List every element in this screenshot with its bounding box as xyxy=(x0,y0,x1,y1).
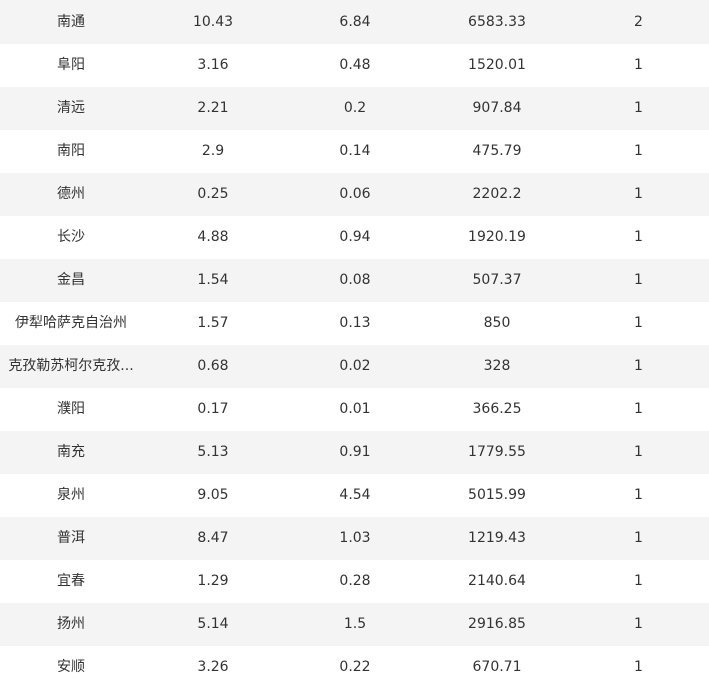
value-cell-3: 5015.99 xyxy=(468,487,526,503)
count-cell: 1 xyxy=(634,401,643,417)
city-cell: 濮阳 xyxy=(57,401,85,417)
value-cell-1: 10.43 xyxy=(192,13,234,30)
value-cell-2: 1.5 xyxy=(343,616,367,632)
count-cell: 1 xyxy=(634,100,643,116)
table-row: 濮阳 0.17 0.01 366.25 1 xyxy=(0,388,709,431)
city-cell: 德州 xyxy=(57,186,85,202)
value-cell-2: 0.06 xyxy=(339,186,371,202)
city-cell: 普洱 xyxy=(57,530,85,546)
value-cell-3: 1920.19 xyxy=(468,229,526,245)
value-cell-3: 2140.64 xyxy=(468,573,526,589)
count-cell: 1 xyxy=(634,186,643,202)
value-cell-2: 4.54 xyxy=(339,487,371,503)
table-row: 扬州 5.14 1.5 2916.85 1 xyxy=(0,603,709,646)
count-cell: 2 xyxy=(634,13,643,30)
value-cell-1: 2.21 xyxy=(197,100,229,116)
table-row: 南阳 2.9 0.14 475.79 1 xyxy=(0,130,709,173)
value-cell-2: 0.14 xyxy=(339,143,371,159)
count-cell: 1 xyxy=(634,616,643,632)
value-cell-3: 1219.43 xyxy=(468,530,526,546)
table-row: 南通 10.43 6.84 6583.33 2 xyxy=(0,0,709,44)
value-cell-1: 5.14 xyxy=(197,616,229,632)
table-row: 南充 5.13 0.91 1779.55 1 xyxy=(0,431,709,474)
city-cell: 南通 xyxy=(57,13,85,30)
value-cell-3: 507.37 xyxy=(472,272,522,288)
city-cell: 长沙 xyxy=(57,229,85,245)
data-table: 南通 10.43 6.84 6583.33 2 阜阳 3.16 0.48 152… xyxy=(0,0,709,689)
count-cell: 1 xyxy=(634,530,643,546)
value-cell-3: 1779.55 xyxy=(468,444,526,460)
value-cell-2: 6.84 xyxy=(339,13,371,30)
value-cell-2: 0.01 xyxy=(339,401,371,417)
value-cell-2: 0.08 xyxy=(339,272,371,288)
value-cell-2: 0.28 xyxy=(339,573,371,589)
value-cell-1: 3.16 xyxy=(197,57,229,73)
value-cell-3: 366.25 xyxy=(472,401,522,417)
count-cell: 1 xyxy=(634,143,643,159)
table-row: 长沙 4.88 0.94 1920.19 1 xyxy=(0,216,709,259)
count-cell: 1 xyxy=(634,659,643,675)
value-cell-2: 0.2 xyxy=(343,100,367,116)
value-cell-2: 0.91 xyxy=(339,444,371,460)
value-cell-1: 9.05 xyxy=(197,487,229,503)
value-cell-1: 1.57 xyxy=(197,315,229,331)
value-cell-1: 0.68 xyxy=(197,358,229,374)
count-cell: 1 xyxy=(634,573,643,589)
count-cell: 1 xyxy=(634,444,643,460)
value-cell-2: 0.13 xyxy=(339,315,371,331)
value-cell-1: 1.54 xyxy=(197,272,229,288)
table-row: 金昌 1.54 0.08 507.37 1 xyxy=(0,259,709,302)
count-cell: 1 xyxy=(634,358,643,374)
city-cell: 扬州 xyxy=(57,616,85,632)
table-row: 克孜勒苏柯尔克孜... 0.68 0.02 328 1 xyxy=(0,345,709,388)
value-cell-1: 0.25 xyxy=(197,186,229,202)
city-cell: 阜阳 xyxy=(57,57,85,73)
value-cell-3: 2916.85 xyxy=(468,616,526,632)
value-cell-2: 0.94 xyxy=(339,229,371,245)
value-cell-3: 6583.33 xyxy=(468,13,526,30)
count-cell: 1 xyxy=(634,57,643,73)
value-cell-1: 2.9 xyxy=(201,143,225,159)
value-cell-2: 0.02 xyxy=(339,358,371,374)
city-cell: 南充 xyxy=(57,444,85,460)
table-row: 宜春 1.29 0.28 2140.64 1 xyxy=(0,560,709,603)
value-cell-1: 5.13 xyxy=(197,444,229,460)
table-row: 清远 2.21 0.2 907.84 1 xyxy=(0,87,709,130)
value-cell-1: 4.88 xyxy=(197,229,229,245)
value-cell-2: 1.03 xyxy=(339,530,371,546)
city-cell: 金昌 xyxy=(57,272,85,288)
count-cell: 1 xyxy=(634,487,643,503)
count-cell: 1 xyxy=(634,272,643,288)
city-cell: 清远 xyxy=(57,100,85,116)
value-cell-3: 2202.2 xyxy=(472,186,522,202)
count-cell: 1 xyxy=(634,315,643,331)
count-cell: 1 xyxy=(634,229,643,245)
value-cell-1: 3.26 xyxy=(197,659,229,675)
table-row: 德州 0.25 0.06 2202.2 1 xyxy=(0,173,709,216)
value-cell-1: 0.17 xyxy=(197,401,229,417)
city-cell: 克孜勒苏柯尔克孜... xyxy=(8,358,134,374)
value-cell-3: 907.84 xyxy=(472,100,522,116)
value-cell-2: 0.48 xyxy=(339,57,371,73)
value-cell-3: 850 xyxy=(483,315,511,331)
value-cell-3: 475.79 xyxy=(472,143,522,159)
city-cell: 宜春 xyxy=(57,573,85,589)
table-row: 安顺 3.26 0.22 670.71 1 xyxy=(0,646,709,689)
value-cell-3: 1520.01 xyxy=(468,57,526,73)
value-cell-3: 328 xyxy=(483,358,511,374)
table-row: 阜阳 3.16 0.48 1520.01 1 xyxy=(0,44,709,87)
table-row: 泉州 9.05 4.54 5015.99 1 xyxy=(0,474,709,517)
city-cell: 伊犁哈萨克自治州 xyxy=(15,315,127,331)
table-row: 普洱 8.47 1.03 1219.43 1 xyxy=(0,517,709,560)
city-cell: 南阳 xyxy=(57,143,85,159)
city-cell: 安顺 xyxy=(57,659,85,675)
table-row: 伊犁哈萨克自治州 1.57 0.13 850 1 xyxy=(0,302,709,345)
city-cell: 泉州 xyxy=(57,487,85,503)
value-cell-3: 670.71 xyxy=(472,659,522,675)
value-cell-2: 0.22 xyxy=(339,659,371,675)
value-cell-1: 8.47 xyxy=(197,530,229,546)
value-cell-1: 1.29 xyxy=(197,573,229,589)
